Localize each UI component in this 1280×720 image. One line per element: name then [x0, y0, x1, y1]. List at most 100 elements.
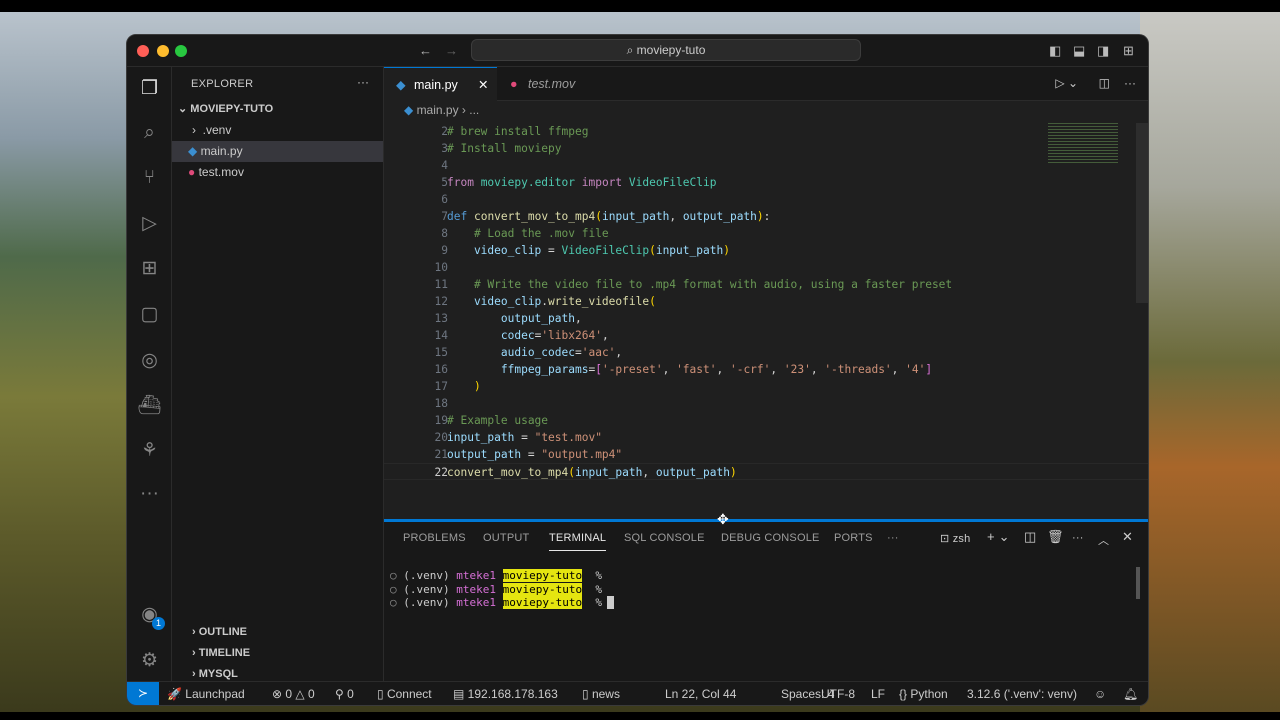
tab-problems[interactable]: PROBLEMS — [403, 532, 466, 544]
tab-sql-console[interactable]: SQL CONSOLE — [624, 532, 705, 544]
encoding[interactable]: UTF-8 — [821, 687, 855, 701]
terminal-sep — [582, 596, 595, 609]
code-line[interactable]: 15 audio_codec='aac', — [384, 344, 1148, 361]
code-line[interactable]: 9 video_clip = VideoFileClip(input_path) — [384, 242, 1148, 259]
tab-ports[interactable]: PORTS — [834, 532, 873, 544]
code-line[interactable]: 6 — [384, 191, 1148, 208]
server-icon: ▤ — [453, 687, 468, 701]
command-center-search[interactable]: ⌕ moviepy-tuto — [471, 39, 861, 61]
maximize-panel-icon[interactable]: ︿ — [1098, 532, 1109, 548]
section-timeline[interactable]: › TIMELINE — [172, 643, 383, 664]
minimize-window-button[interactable] — [157, 45, 169, 57]
code-line[interactable]: 12 video_clip.write_videofile( — [384, 293, 1148, 310]
terminal-scrollbar[interactable] — [1136, 567, 1140, 599]
close-tab-icon[interactable]: ✕ — [478, 68, 488, 102]
cursor-position[interactable]: Ln 22, Col 44 — [665, 687, 736, 701]
folder-root[interactable]: ⌄ MOVIEPY-TUTO — [172, 99, 383, 120]
code-line[interactable]: 17 ) — [384, 378, 1148, 395]
code-line[interactable]: 8 # Load the .mov file — [384, 225, 1148, 242]
code-line[interactable]: 20 input_path = "test.mov" — [384, 429, 1148, 446]
source-control-icon[interactable]: ⑂ — [127, 167, 172, 189]
code-line[interactable]: 10 — [384, 259, 1148, 276]
database-icon[interactable]: ⚘ — [127, 439, 172, 462]
code-line[interactable]: 19 # Example usage — [384, 412, 1148, 429]
forward-arrow-icon[interactable]: → — [445, 43, 458, 58]
code-line[interactable]: 21 output_path = "output.mp4" — [384, 446, 1148, 463]
new-terminal-icon[interactable]: + ⌄ — [987, 529, 1010, 545]
run-python-file-icon[interactable]: ▷ ⌄ — [1055, 76, 1078, 90]
extensions-icon[interactable]: ⊞ — [127, 257, 172, 280]
breadcrumb-file[interactable]: main.py — [417, 103, 459, 117]
code-line[interactable]: 7 def convert_mov_to_mp4(input_path, outp… — [384, 208, 1148, 225]
search-icon[interactable]: ⌕ — [127, 122, 172, 144]
problems-indicator[interactable]: ⊗ 0 △ 0 — [272, 687, 315, 701]
db-host[interactable]: ▤ 192.168.178.163 — [453, 687, 558, 701]
trash-icon[interactable]: 🗑 — [1047, 529, 1064, 545]
python-interpreter[interactable]: 3.12.6 ('.venv': venv) — [967, 687, 1077, 701]
explorer-icon[interactable]: ❐ — [127, 77, 172, 100]
code-line[interactable]: 18 — [384, 395, 1148, 412]
tab-test-mov[interactable]: ● test.mov — [498, 67, 608, 101]
tab-debug-console[interactable]: DEBUG CONSOLE — [721, 532, 820, 544]
code-token: codec — [447, 329, 535, 342]
tab-main-py[interactable]: ◆ main.py ✕ — [384, 67, 497, 101]
notifications-bell-icon[interactable]: 🔔︎ — [1123, 687, 1138, 701]
remote-indicator-icon[interactable]: ≻ — [127, 682, 159, 705]
braces-icon: {} — [899, 687, 911, 701]
more-icon[interactable]: ··· — [127, 483, 172, 505]
run-debug-icon[interactable]: ▷ — [127, 212, 172, 235]
git-graph-icon[interactable]: ◎ — [127, 349, 172, 372]
toggle-panel-icon[interactable]: ⬓ — [1073, 43, 1085, 59]
breadcrumb-more[interactable]: ... — [469, 103, 479, 117]
panel-more-tabs[interactable]: ··· — [887, 532, 899, 544]
more-actions-icon[interactable]: ··· — [1072, 532, 1084, 544]
back-arrow-icon[interactable]: ← — [419, 43, 432, 58]
more-actions-icon[interactable]: ··· — [357, 75, 369, 89]
minimap[interactable] — [1048, 123, 1118, 163]
code-line[interactable]: 3 # Install moviepy — [384, 140, 1148, 157]
split-terminal-icon[interactable]: ◫ — [1024, 529, 1036, 545]
more-actions-icon[interactable]: ··· — [1124, 76, 1136, 90]
code-line[interactable]: 16 ffmpeg_params=['-preset', 'fast', '-c… — [384, 361, 1148, 378]
editor-scrollbar[interactable] — [1136, 123, 1148, 303]
tree-item-main-py[interactable]: ◆ main.py — [172, 141, 383, 162]
toggle-sidebar-icon[interactable]: ◧ — [1049, 43, 1061, 59]
remote-explorer-icon[interactable]: ▢ — [127, 303, 172, 326]
title-bar: ← → ⌕ moviepy-tuto ◧ ⬓ ◨ ⊞ — [127, 35, 1148, 67]
code-token: [ — [595, 363, 602, 376]
tree-item-venv[interactable]: › .venv — [172, 120, 383, 141]
code-line[interactable]: 22 convert_mov_to_mp4(input_path, output_… — [384, 463, 1148, 480]
tree-item-test-mov[interactable]: ● test.mov — [172, 162, 383, 183]
code-token: input_path — [655, 244, 724, 257]
code-line[interactable]: 4 — [384, 157, 1148, 174]
line-number: 10 — [434, 261, 448, 274]
language-mode[interactable]: {} Python — [899, 687, 948, 701]
code-line[interactable]: 13 output_path, — [384, 310, 1148, 327]
close-window-button[interactable] — [137, 45, 149, 57]
maximize-window-button[interactable] — [175, 45, 187, 57]
db-name[interactable]: ▯ news — [582, 687, 620, 701]
copilot-icon[interactable]: ☺ — [1094, 687, 1106, 701]
code-line[interactable]: 11 # Write the video file to .mp4 format… — [384, 276, 1148, 293]
code-token: VideoFileClip — [622, 176, 717, 189]
code-line[interactable]: 14 codec='libx264', — [384, 327, 1148, 344]
db-connect-button[interactable]: ▯ Connect — [377, 687, 432, 701]
launchpad-button[interactable]: 🚀 Launchpad — [167, 687, 245, 701]
line-number: 7 — [441, 210, 448, 223]
code-line[interactable]: 2 # brew install ffmpeg — [384, 123, 1148, 140]
line-ending[interactable]: LF — [871, 687, 885, 701]
settings-gear-icon[interactable]: ⚙ — [127, 649, 172, 672]
close-panel-icon[interactable]: ✕ — [1122, 529, 1133, 545]
toggle-secondary-sidebar-icon[interactable]: ◨ — [1097, 43, 1109, 59]
code-token: convert_mov_to_mp4 — [473, 210, 596, 223]
code-line[interactable]: 5 from moviepy.editor import VideoFileCli… — [384, 174, 1148, 191]
terminal-shell-selector[interactable]: ⊡ zsh — [940, 532, 970, 545]
ports-indicator[interactable]: ⚲ 0 — [335, 687, 354, 701]
customize-layout-icon[interactable]: ⊞ — [1123, 43, 1134, 59]
section-outline[interactable]: › OUTLINE — [172, 622, 383, 643]
tab-output[interactable]: OUTPUT — [483, 532, 529, 544]
accounts-icon[interactable]: ◉ 1 — [127, 603, 172, 630]
tab-terminal[interactable]: TERMINAL — [549, 532, 607, 551]
docker-icon[interactable]: ⛴ — [127, 393, 172, 417]
split-editor-icon[interactable]: ◫ — [1099, 76, 1110, 90]
